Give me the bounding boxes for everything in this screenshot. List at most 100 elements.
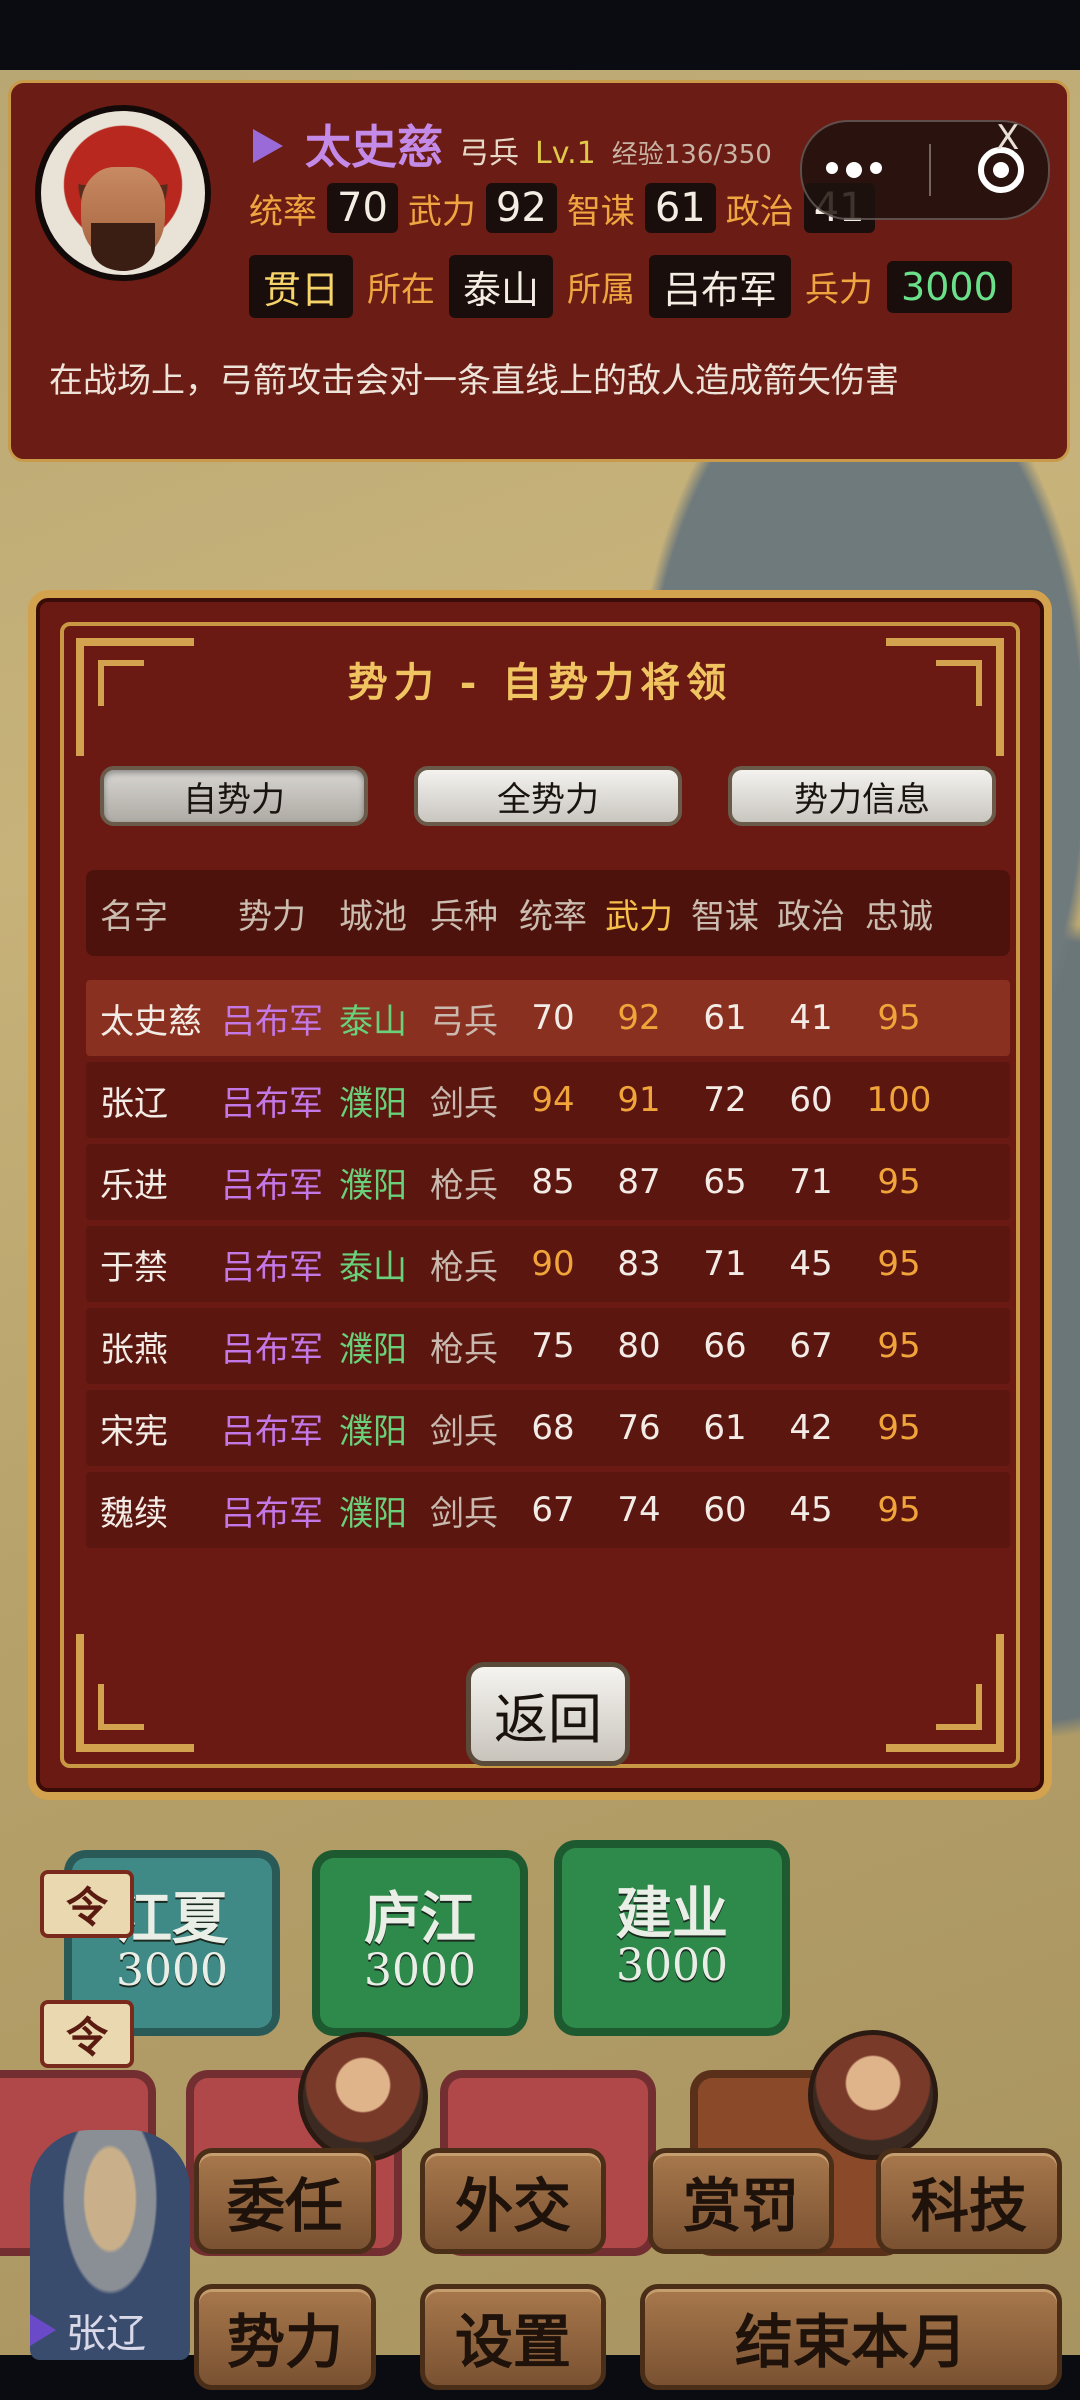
tab-own-faction[interactable]: 自势力 [100,766,368,826]
faction-button[interactable]: 势力 [194,2284,376,2390]
table-row[interactable]: 乐进 吕布军 濮阳 枪兵 85 87 65 71 95 [86,1144,1010,1220]
selected-general-label: 张辽 [30,2300,180,2360]
stat-value: 92 [485,183,557,233]
location-label: 所在 [367,270,436,310]
city-tile-jianye[interactable]: 建业 3000 [554,1840,790,2036]
general-city: 泰山 [339,1001,407,1042]
technology-button[interactable]: 科技 [876,2148,1062,2254]
column-header[interactable]: 兵种 [418,889,510,938]
general-strength: 80 [617,1326,661,1366]
diplomacy-button[interactable]: 外交 [420,2148,606,2254]
general-strength: 83 [617,1244,661,1284]
column-header[interactable]: 名字 [86,889,216,938]
general-name: 魏续 [100,1493,168,1534]
general-force: 吕布军 [221,1493,323,1534]
general-intellect: 60 [703,1490,747,1530]
order-token[interactable]: 令 [40,1870,134,1938]
column-header[interactable]: 政治 [768,889,854,938]
general-force: 吕布军 [221,1083,323,1124]
location-value: 泰山 [449,255,554,318]
general-politics: 45 [789,1490,833,1530]
general-portrait-map[interactable] [298,2032,428,2162]
city-name: 庐江 [364,1885,476,1952]
table-header: 名字 势力 城池 兵种 统率 武力 智谋 政治 忠诚 [86,870,1010,956]
general-strength: 91 [617,1080,661,1120]
general-intellect: 72 [703,1080,747,1120]
city-troops: 3000 [364,1944,476,1996]
status-bar [0,0,1080,70]
general-loyalty: 100 [866,1080,932,1120]
general-type: 弓兵 [430,1001,498,1042]
faction-label: 所属 [567,270,636,310]
dialog-title: 势力 - 自势力将领 [347,659,733,706]
reward-button[interactable]: 赏罚 [648,2148,834,2254]
city-tile-lujiang[interactable]: 庐江 3000 [312,1850,528,2036]
ornament-corner [76,1634,194,1752]
tab-all-factions[interactable]: 全势力 [414,766,682,826]
general-type: 枪兵 [430,1165,498,1206]
troops-value: 3000 [887,260,1012,313]
general-command: 68 [531,1408,575,1448]
column-header[interactable]: 城池 [328,889,418,938]
settings-button[interactable]: 设置 [420,2284,606,2390]
general-command: 85 [531,1162,575,1202]
general-loyalty: 95 [877,998,921,1038]
stat-value: 61 [644,183,716,233]
faction-value: 吕布军 [649,255,792,318]
general-strength: 74 [617,1490,661,1530]
table-row[interactable]: 张辽 吕布军 濮阳 剑兵 94 91 72 60 100 [86,1062,1010,1138]
back-button[interactable]: 返回 [466,1662,630,1766]
table-row[interactable]: 于禁 吕布军 泰山 枪兵 90 83 71 45 95 [86,1226,1010,1302]
general-attributes: 贯日 所在 泰山 所属 吕布军 兵力 3000 [249,255,1012,318]
column-header[interactable]: 统率 [510,889,596,938]
stat-label: 统率 [249,191,317,232]
game-screen: 江夏 3000 庐江 3000 建业 3000 令 令 张辽 委任 外交 赏罚 … [0,0,1080,2400]
general-name: 乐进 [100,1165,168,1206]
general-politics: 60 [789,1080,833,1120]
general-politics: 71 [789,1162,833,1202]
general-city: 泰山 [339,1247,407,1288]
selected-general-name: 张辽 [66,2311,146,2357]
table-row[interactable]: 宋宪 吕布军 濮阳 剑兵 68 76 61 42 95 [86,1390,1010,1466]
tab-faction-info[interactable]: 势力信息 [728,766,996,826]
general-name: 太史慈 [305,120,443,174]
general-command: 67 [531,1490,575,1530]
general-loyalty: 95 [877,1162,921,1202]
general-command: 75 [531,1326,575,1366]
general-portrait-map[interactable] [808,2030,938,2160]
flag-icon [30,2314,56,2346]
stat-label: 智谋 [566,191,635,232]
general-city: 濮阳 [339,1165,407,1206]
general-intellect: 61 [703,998,747,1038]
stat-label: 武力 [407,191,476,232]
table-row[interactable]: 魏续 吕布军 濮阳 剑兵 67 74 60 45 95 [86,1472,1010,1548]
column-header[interactable]: 忠诚 [854,889,944,938]
city-troops: 3000 [116,1944,228,1996]
general-city: 濮阳 [339,1329,407,1370]
table-row[interactable]: 太史慈 吕布军 泰山 弓兵 70 92 61 41 95 [86,980,1010,1056]
general-strength: 76 [617,1408,661,1448]
close-icon[interactable]: X [996,118,1019,158]
column-header-sorted[interactable]: 武力 [596,889,682,938]
general-intellect: 65 [703,1162,747,1202]
trait-badge: 贯日 [249,255,354,318]
general-intellect: 61 [703,1408,747,1448]
order-token[interactable]: 令 [40,2000,134,2068]
appoint-button[interactable]: 委任 [194,2148,376,2254]
general-description: 在战场上，弓箭攻击会对一条直线上的敌人造成箭矢伤害 [49,361,899,401]
general-header: 太史慈 弓兵 Lv.1 经验136/350 [253,111,772,177]
troops-label: 兵力 [805,270,874,310]
more-icon[interactable] [825,162,882,178]
general-loyalty: 95 [877,1408,921,1448]
table-row[interactable]: 张燕 吕布军 濮阳 枪兵 75 80 66 67 95 [86,1308,1010,1384]
general-city: 濮阳 [339,1083,407,1124]
general-loyalty: 95 [877,1490,921,1530]
general-city: 濮阳 [339,1493,407,1534]
general-command: 70 [531,998,575,1038]
column-header[interactable]: 智谋 [682,889,768,938]
ornament-corner [886,1634,1004,1752]
end-month-button[interactable]: 结束本月 [640,2284,1062,2390]
general-type: 枪兵 [430,1329,498,1370]
column-header[interactable]: 势力 [216,889,328,938]
general-politics: 42 [789,1408,833,1448]
